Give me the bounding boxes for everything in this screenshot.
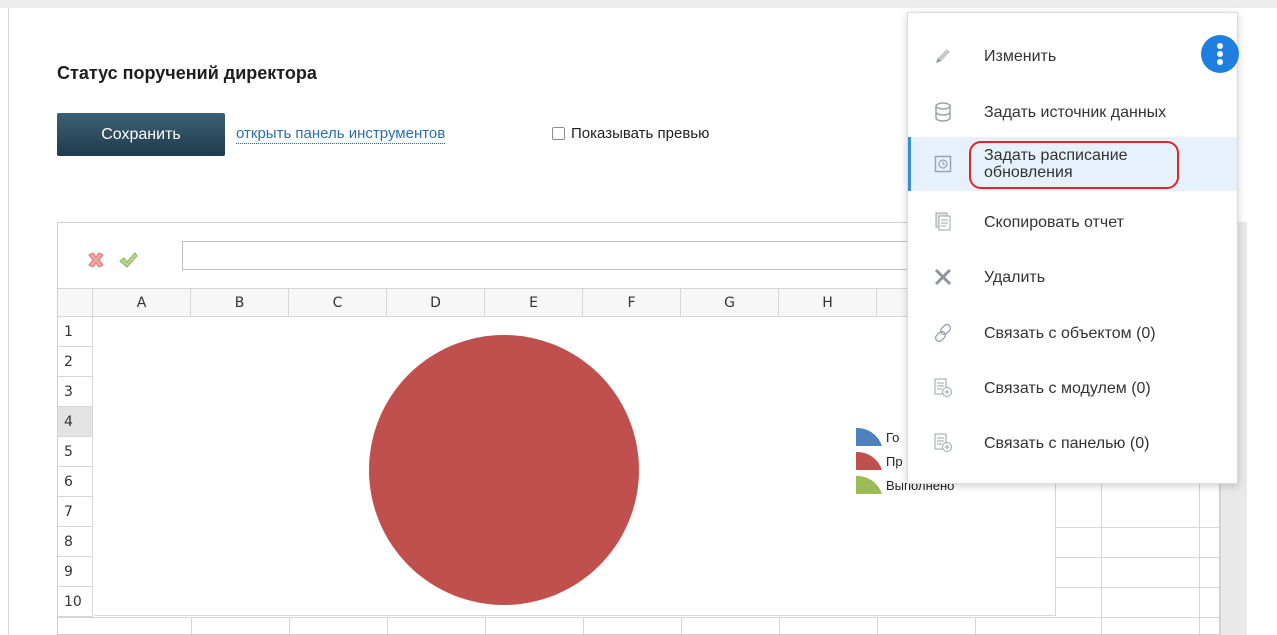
show-preview-label: Показывать превью	[571, 125, 710, 142]
grid-line	[1056, 557, 1219, 558]
row-header-1[interactable]: 1	[58, 317, 93, 347]
row-header-8[interactable]: 8	[58, 527, 93, 557]
checkbox-box[interactable]	[552, 127, 565, 140]
grid-line	[387, 617, 388, 634]
legend-swatch-blue	[856, 428, 882, 446]
open-toolbar-link[interactable]: открыть панель инструментов	[236, 125, 446, 144]
row-header-3[interactable]: 3	[58, 377, 93, 407]
grid-line	[779, 617, 780, 634]
menu-label: Скопировать отчет	[984, 213, 1124, 231]
grid-line	[877, 617, 878, 634]
legend-item-pr: Пр	[856, 452, 903, 470]
grid-line	[583, 617, 584, 634]
row-header-5[interactable]: 5	[58, 437, 93, 467]
grid-line	[1056, 527, 1219, 528]
top-bar	[0, 0, 1277, 8]
column-header-f[interactable]: F	[583, 289, 681, 317]
grid-line	[58, 617, 1219, 618]
menu-label: Связать с панелью (0)	[984, 434, 1150, 452]
database-icon	[932, 101, 954, 123]
grid-line	[975, 617, 976, 634]
menu-label: Задать источник данных	[984, 103, 1167, 121]
menu-item-link-object[interactable]: Связать с объектом (0)	[908, 306, 1237, 360]
pie-slice[interactable]	[369, 335, 639, 605]
legend-label: Го	[886, 429, 900, 445]
show-preview-checkbox[interactable]: Показывать превью	[552, 125, 709, 142]
grid-line	[289, 617, 290, 634]
row-header-4[interactable]: 4	[58, 407, 93, 437]
legend-swatch-green	[856, 476, 882, 494]
menu-item-link-panel[interactable]: Связать с панелью (0)	[908, 416, 1237, 470]
row-header-9[interactable]: 9	[58, 557, 93, 587]
column-header-c[interactable]: C	[289, 289, 387, 317]
page-title: Статус поручений директора	[57, 63, 317, 83]
menu-label: Удалить	[984, 268, 1046, 286]
panel-icon	[932, 432, 954, 454]
column-header-a[interactable]: A	[93, 289, 191, 317]
grid-line	[1056, 587, 1219, 588]
copy-icon	[932, 211, 954, 233]
grid-line	[191, 617, 192, 634]
column-header-b[interactable]: B	[191, 289, 289, 317]
menu-label: Связать с модулем (0)	[984, 379, 1151, 397]
column-header-g[interactable]: G	[681, 289, 779, 317]
menu-label: Связать с объектом (0)	[984, 324, 1156, 342]
corner-cell[interactable]	[58, 289, 93, 317]
context-menu: Изменить Задать источник данных Задать р…	[907, 12, 1239, 484]
menu-item-set-source[interactable]: Задать источник данных	[908, 85, 1237, 139]
save-button[interactable]: Сохранить	[57, 113, 225, 156]
menu-item-link-module[interactable]: Связать с модулем (0)	[908, 361, 1237, 415]
link-icon	[932, 322, 954, 344]
menu-item-set-schedule[interactable]: Задать расписание обновления	[908, 137, 1237, 191]
column-header-d[interactable]: D	[387, 289, 485, 317]
accept-icon[interactable]	[118, 250, 138, 270]
module-icon	[932, 377, 954, 399]
row-header-7[interactable]: 7	[58, 497, 93, 527]
schedule-icon	[932, 153, 954, 175]
close-icon	[932, 266, 954, 288]
left-border	[8, 8, 9, 635]
row-header-6[interactable]: 6	[58, 467, 93, 497]
row-header-10[interactable]: 10	[58, 587, 93, 617]
menu-item-edit[interactable]: Изменить	[908, 29, 1237, 83]
legend-swatch-red	[856, 452, 882, 470]
cancel-icon[interactable]	[86, 250, 106, 270]
column-header-h[interactable]: H	[779, 289, 877, 317]
column-header-e[interactable]: E	[485, 289, 583, 317]
grid-line	[681, 617, 682, 634]
row-header-2[interactable]: 2	[58, 347, 93, 377]
legend-label: Пр	[886, 453, 903, 469]
menu-item-delete[interactable]: Удалить	[908, 250, 1237, 304]
menu-label: Изменить	[984, 47, 1057, 65]
highlight-annotation	[969, 141, 1179, 189]
menu-item-copy-report[interactable]: Скопировать отчет	[908, 195, 1237, 249]
grid-line	[485, 617, 486, 634]
legend-item-go: Го	[856, 428, 899, 446]
pencil-icon	[932, 45, 954, 67]
